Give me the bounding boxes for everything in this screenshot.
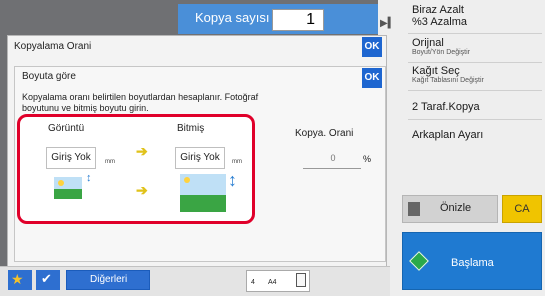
menu-divider bbox=[408, 62, 542, 63]
menu-item-background-adjust[interactable]: Arkaplan Ayarı bbox=[412, 129, 540, 141]
menu-item-paper-select[interactable]: Kağıt Seç Kağıt Tablasını Değiştir bbox=[412, 65, 540, 84]
menu-item-title: Orijnal bbox=[412, 37, 444, 49]
source-size-input[interactable]: Giriş Yok bbox=[46, 147, 96, 169]
menu-divider bbox=[408, 119, 542, 120]
ratio-underline bbox=[303, 168, 361, 169]
vertical-arrow-icon: ↕ bbox=[86, 172, 92, 184]
menu-divider bbox=[408, 90, 542, 91]
menu-item-slight-reduce[interactable]: Biraz Azalt %3 Azalma bbox=[412, 4, 540, 28]
menu-item-original[interactable]: Orijnal Boyut/Yön Değiştir bbox=[412, 37, 540, 56]
finished-size-label: Bitmiş bbox=[177, 123, 205, 134]
original-image-icon bbox=[54, 177, 82, 199]
copy-ratio-value: 0 bbox=[330, 153, 336, 163]
menu-item-duplex-copy[interactable]: 2 Taraf.Kopya bbox=[412, 101, 540, 113]
ok-button-outer[interactable]: OK bbox=[362, 37, 382, 57]
menu-item-title: Kağıt Seç bbox=[412, 65, 460, 77]
source-size-label: Görüntü bbox=[48, 123, 85, 134]
copy-ratio-label: Kopya. Orani bbox=[295, 128, 354, 139]
menu-divider bbox=[408, 33, 542, 34]
copy-count-input[interactable]: 1 bbox=[272, 9, 324, 31]
start-button-label: Başlama bbox=[451, 257, 494, 269]
ok-button-inner[interactable]: OK bbox=[362, 68, 382, 88]
finished-unit-label: mm bbox=[232, 159, 242, 165]
menu-item-subtitle: Boyut/Yön Değiştir bbox=[412, 49, 470, 56]
preview-button-label: Önizle bbox=[440, 202, 472, 214]
panel-toggle-icon[interactable]: ▶▍ bbox=[380, 18, 395, 29]
arrow-right-icon: ➔ bbox=[136, 182, 148, 198]
others-button-label: Diğerleri bbox=[90, 274, 128, 285]
menu-item-title: 2 Taraf.Kopya bbox=[412, 101, 480, 113]
menu-item-title: Arkaplan Ayarı bbox=[412, 129, 484, 141]
ratio-percent-label: % bbox=[363, 154, 372, 164]
finished-size-input[interactable]: Giriş Yok bbox=[175, 147, 225, 169]
arrow-right-icon: ➔ bbox=[136, 143, 148, 159]
dialog-title: Kopyalama Orani bbox=[14, 41, 92, 52]
preview-icon bbox=[408, 202, 420, 216]
dialog-subtitle: Boyuta göre bbox=[22, 71, 76, 82]
paper-size-label: A4 bbox=[268, 279, 277, 286]
vertical-arrow-icon: ↕ bbox=[228, 170, 237, 190]
menu-item-subtitle: %3 Azalma bbox=[412, 16, 468, 28]
paper-icon bbox=[296, 273, 306, 287]
check-icon: ✔ bbox=[41, 271, 52, 286]
finished-image-icon bbox=[180, 174, 226, 212]
menu-item-title: Biraz Azalt bbox=[412, 4, 464, 16]
clear-all-button[interactable]: CA bbox=[502, 195, 542, 223]
paper-tray-number: 4 bbox=[251, 279, 255, 286]
source-unit-label: mm bbox=[105, 159, 115, 165]
star-icon: ★ bbox=[11, 271, 24, 287]
menu-item-subtitle: Kağıt Tablasını Değiştir bbox=[412, 77, 484, 84]
dialog-description: Kopyalama oranı belirtilen boyutlardan h… bbox=[22, 92, 259, 113]
